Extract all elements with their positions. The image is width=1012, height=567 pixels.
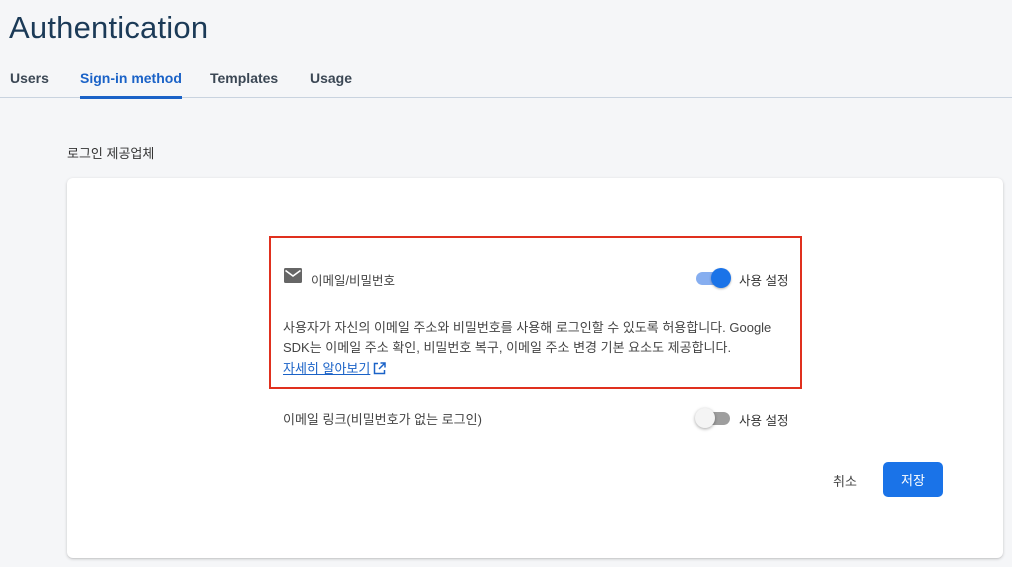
tab-bar: Users Sign-in method Templates Usage — [0, 62, 1012, 99]
email-link-toggle[interactable] — [695, 408, 731, 428]
toggle-knob — [711, 268, 731, 288]
tab-templates[interactable]: Templates — [210, 70, 278, 96]
email-link-label: 이메일 링크(비밀번호가 없는 로그인) — [283, 412, 482, 427]
toggle-knob — [695, 408, 715, 428]
page-title: Authentication — [9, 10, 209, 45]
provider-description: 사용자가 자신의 이메일 주소와 비밀번호를 사용해 로그인할 수 있도록 허용… — [283, 320, 772, 355]
tab-sign-in-method[interactable]: Sign-in method — [80, 70, 182, 99]
email-password-toggle-label: 사용 설정 — [739, 274, 789, 288]
cancel-button[interactable]: 취소 — [822, 465, 868, 495]
tab-usage[interactable]: Usage — [310, 70, 352, 96]
tab-users[interactable]: Users — [10, 70, 49, 96]
learn-more-link[interactable]: 자세히 알아보기 — [283, 358, 370, 377]
section-heading: 로그인 제공업체 — [67, 146, 155, 161]
provider-label: 이메일/비밀번호 — [311, 274, 395, 288]
save-button[interactable]: 저장 — [883, 462, 943, 497]
email-link-toggle-label: 사용 설정 — [739, 414, 789, 428]
email-password-toggle[interactable] — [695, 268, 731, 288]
mail-icon — [284, 268, 302, 283]
external-link-icon[interactable] — [373, 362, 386, 375]
